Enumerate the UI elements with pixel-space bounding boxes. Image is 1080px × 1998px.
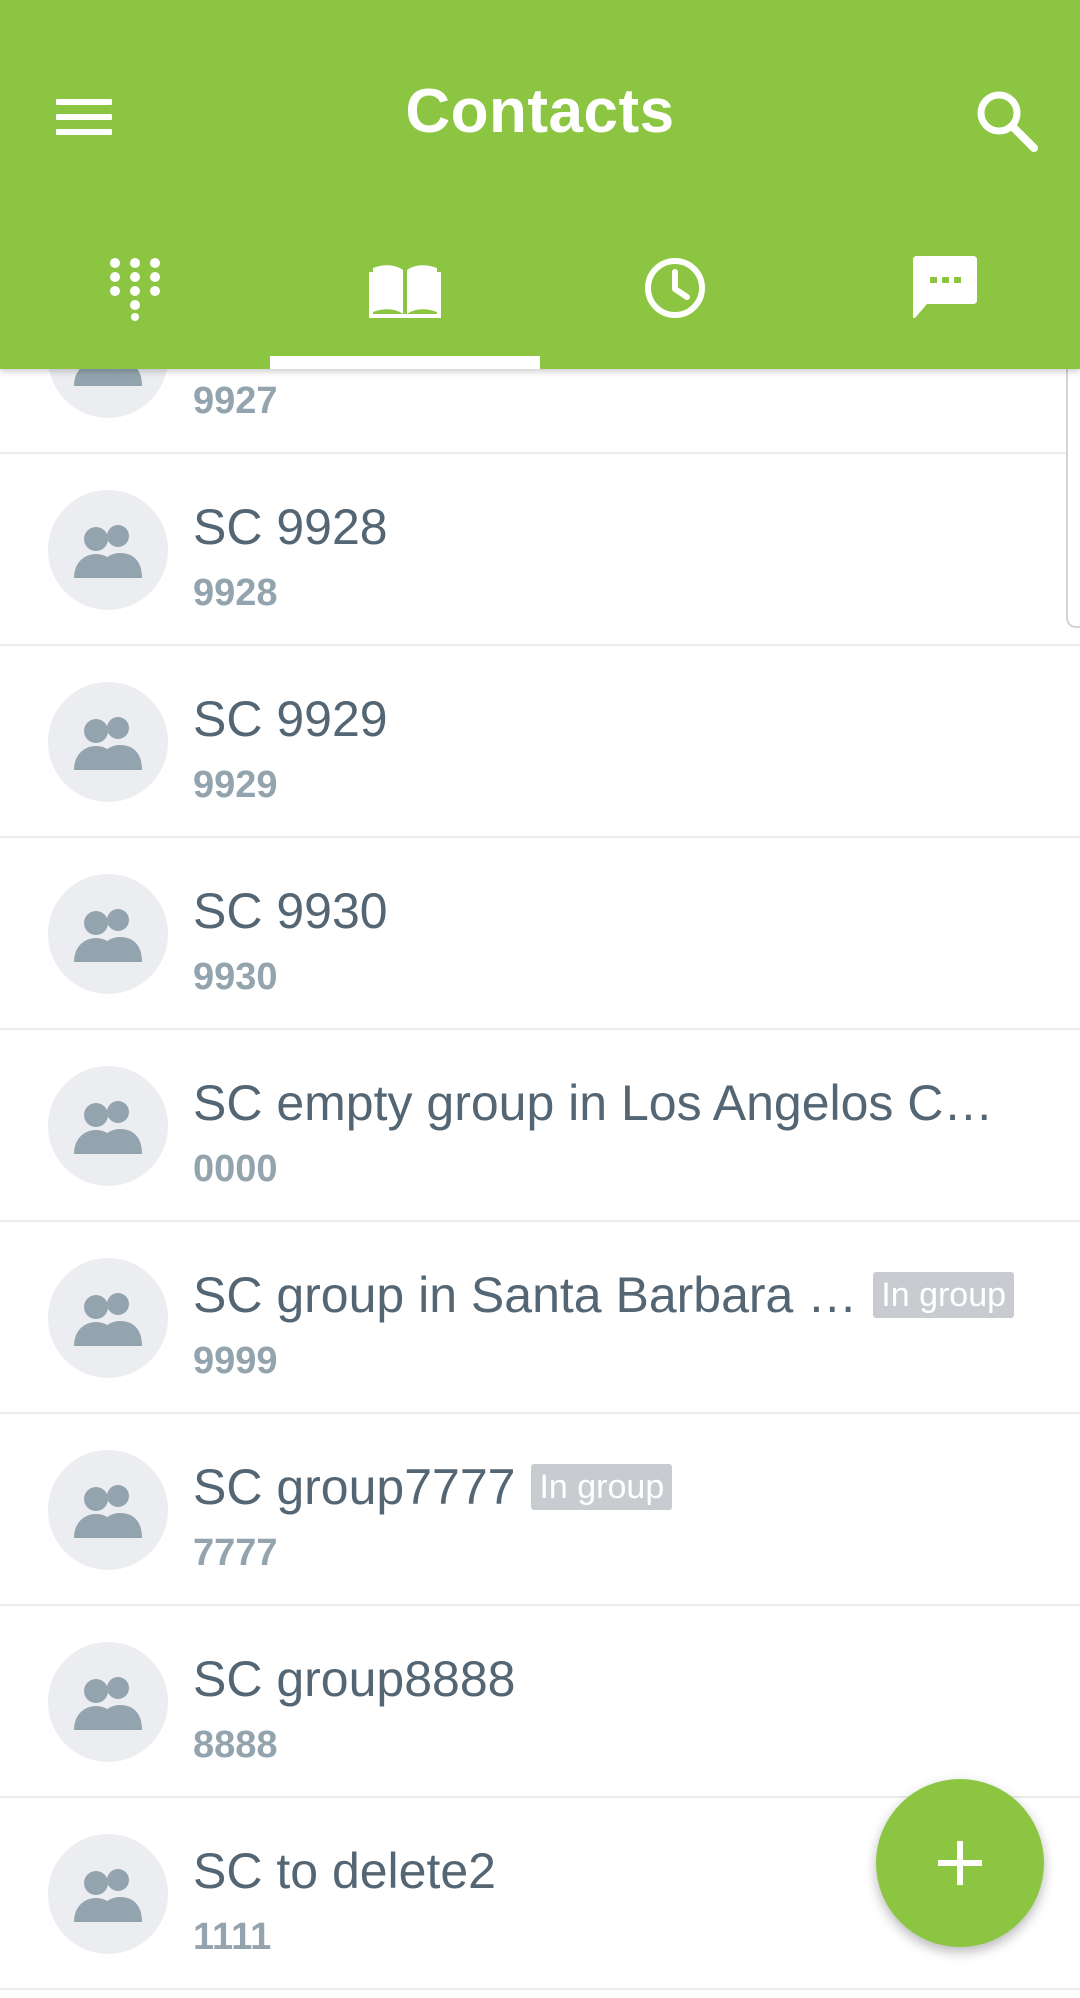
tab-dialpad[interactable] xyxy=(0,220,270,369)
contacts-book-icon xyxy=(369,265,441,318)
contact-row[interactable]: SC group in Santa Barbara … In group 999… xyxy=(0,1222,1080,1414)
tab-indicator xyxy=(270,356,540,369)
contact-number: 8888 xyxy=(193,1724,278,1766)
contact-number: 9999 xyxy=(193,1340,278,1382)
group-icon xyxy=(74,1101,142,1154)
group-avatar xyxy=(48,1642,168,1762)
contact-number: 1111 xyxy=(193,1916,272,1958)
group-icon xyxy=(74,1293,142,1346)
group-avatar xyxy=(48,1066,168,1186)
contact-row[interactable]: SC empty group in Los Angelos C… 0000 xyxy=(0,1030,1080,1222)
group-avatar xyxy=(48,490,168,610)
contact-name: SC 9929 xyxy=(193,691,388,747)
group-avatar xyxy=(48,1450,168,1570)
contact-number: 9929 xyxy=(193,764,278,806)
group-icon xyxy=(74,1869,142,1922)
in-group-badge: In group xyxy=(873,1272,1015,1318)
contact-name: SC group8888 xyxy=(193,1651,516,1707)
group-avatar xyxy=(48,1258,168,1378)
contact-number: 9928 xyxy=(193,572,278,614)
contact-number: 0000 xyxy=(193,1148,278,1190)
group-avatar xyxy=(48,1834,168,1954)
contact-row[interactable]: SC 9929 9929 xyxy=(0,646,1080,838)
recents-clock-icon xyxy=(645,258,705,318)
contact-name: SC 9928 xyxy=(193,499,388,555)
dialpad-icon xyxy=(110,258,160,321)
group-avatar xyxy=(48,682,168,802)
in-group-badge: In group xyxy=(531,1464,673,1510)
group-icon xyxy=(74,909,142,962)
contact-row[interactable]: SC group8888 8888 xyxy=(0,1606,1080,1798)
tab-recents[interactable] xyxy=(540,220,810,369)
contact-name: SC 9930 xyxy=(193,883,388,939)
page-title: Contacts xyxy=(405,77,675,146)
contact-number: 9930 xyxy=(193,956,278,998)
search-icon[interactable] xyxy=(972,86,1042,156)
tab-bar xyxy=(0,220,1080,369)
group-avatar xyxy=(48,874,168,994)
group-icon xyxy=(74,717,142,770)
contact-row[interactable]: SC 9930 9930 xyxy=(0,838,1080,1030)
tab-contacts[interactable] xyxy=(270,220,540,369)
tab-messages[interactable] xyxy=(810,220,1080,369)
group-icon xyxy=(74,525,142,578)
group-icon xyxy=(74,1485,142,1538)
add-contact-button[interactable] xyxy=(876,1779,1044,1947)
contact-row[interactable]: SC 9928 9928 xyxy=(0,454,1080,646)
app-bar: Contacts xyxy=(0,0,1080,369)
contact-name: SC empty group in Los Angelos C… xyxy=(193,1075,994,1131)
contact-name: SC to delete2 xyxy=(193,1843,496,1899)
messages-icon xyxy=(913,256,977,318)
group-icon xyxy=(74,1677,142,1730)
contact-name: SC group7777 In group xyxy=(193,1458,673,1516)
contact-name: SC group in Santa Barbara … In group xyxy=(193,1266,1015,1324)
contact-number: 9927 xyxy=(193,380,278,422)
contact-number: 7777 xyxy=(193,1532,278,1574)
contact-list: 9927 SC 9928 9928 SC 9929 9929 SC 9930 9… xyxy=(0,262,1080,1990)
contact-row[interactable]: SC group7777 In group 7777 xyxy=(0,1414,1080,1606)
